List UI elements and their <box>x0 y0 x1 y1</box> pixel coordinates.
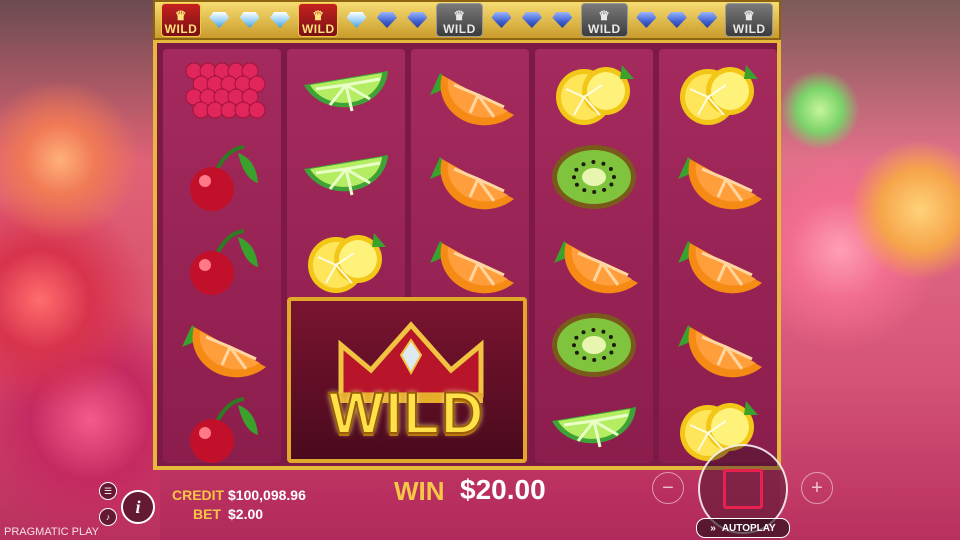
orange-icon <box>411 219 529 303</box>
wild-badge: ♛ WILD <box>161 3 201 37</box>
increase-bet-button[interactable]: + <box>801 472 833 504</box>
wild-badge: ♛ WILD <box>580 3 629 37</box>
diamond-icon <box>344 7 368 33</box>
orange-icon <box>659 135 777 219</box>
menu-icon[interactable]: ☰ <box>99 482 117 500</box>
wild-label: WILD <box>328 380 486 447</box>
lime-icon <box>287 51 405 135</box>
autoplay-label: AUTOPLAY <box>721 522 776 534</box>
autoplay-button[interactable]: » AUTOPLAY <box>696 518 790 538</box>
cherry-icon <box>163 135 281 219</box>
info-button[interactable]: i <box>121 490 155 524</box>
win-value: $20.00 <box>460 474 546 505</box>
diamond-icon <box>268 7 292 33</box>
reel-4 <box>535 49 653 463</box>
diamond-icon <box>237 7 261 33</box>
orange-icon <box>535 219 653 303</box>
diamond-icon <box>207 7 231 33</box>
orange-icon <box>411 51 529 135</box>
bet-value: $2.00 <box>228 506 264 522</box>
diamond-icon <box>375 7 399 33</box>
diamond-icon <box>489 7 513 33</box>
stop-icon <box>723 469 763 509</box>
sound-icon[interactable]: ♪ <box>99 508 117 526</box>
diamond-icon <box>405 7 429 33</box>
lime-icon <box>287 135 405 219</box>
bottom-bar: ☰ ♪ i CREDIT $100,098.96 BET $2.00 WIN $… <box>0 444 960 540</box>
diamond-icon <box>665 7 689 33</box>
diamond-icon <box>550 7 574 33</box>
background-right <box>780 0 960 540</box>
diamond-icon <box>695 7 719 33</box>
orange-icon <box>659 219 777 303</box>
reel-1 <box>163 49 281 463</box>
lime-icon <box>535 387 653 471</box>
reel-5 <box>659 49 777 463</box>
decrease-bet-button[interactable]: − <box>652 472 684 504</box>
lemon-icon <box>287 219 405 303</box>
wild-badge-label: WILD <box>443 22 476 36</box>
lemon-icon <box>535 51 653 135</box>
diamond-icon <box>634 7 658 33</box>
brand-label: PRAGMATIC PLAY <box>4 526 99 538</box>
wild-badge: ♛ WILD <box>725 3 774 37</box>
wild-badge-label: WILD <box>732 22 766 36</box>
reel-frame: WILD <box>153 40 781 470</box>
lemon-icon <box>659 51 777 135</box>
wild-badge-label: WILD <box>588 22 621 36</box>
credit-label: CREDIT <box>172 487 225 503</box>
wild-badge: ♛ WILD <box>298 3 339 37</box>
kiwi-icon <box>535 135 653 219</box>
crown-icon: ♛ <box>453 8 466 23</box>
diamond-icon <box>520 7 544 33</box>
wild-badge: ♛ WILD <box>435 3 484 37</box>
cherry-icon <box>163 387 281 471</box>
orange-icon <box>659 303 777 387</box>
wild-multiplier-bar: ♛ WILD ♛ WILD ♛ WILD ♛ WILD ♛ WILD <box>153 0 781 40</box>
credit-value: $100,098.96 <box>228 487 306 503</box>
win-label: WIN <box>394 476 445 506</box>
crown-icon: ♛ <box>743 8 756 23</box>
kiwi-icon <box>535 303 653 387</box>
orange-icon <box>411 135 529 219</box>
wild-badge-label: WILD <box>301 22 335 36</box>
bet-label: BET <box>193 506 221 522</box>
autoplay-icon: » <box>710 522 716 534</box>
raspberry-icon <box>163 51 281 135</box>
crown-icon: ♛ <box>174 8 188 23</box>
background-left <box>0 0 160 540</box>
cherry-icon <box>163 219 281 303</box>
crown-icon: ♛ <box>598 8 611 23</box>
crown-icon: ♛ <box>312 8 325 23</box>
wild-badge-label: WILD <box>164 22 198 36</box>
orange-icon <box>163 303 281 387</box>
big-wild-symbol: WILD <box>287 297 527 463</box>
